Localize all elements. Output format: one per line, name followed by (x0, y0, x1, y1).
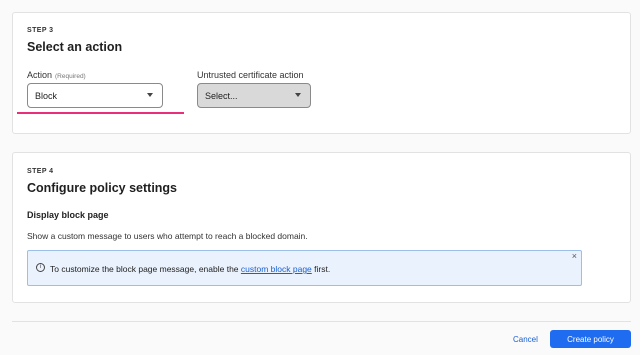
create-policy-button[interactable]: Create policy (550, 330, 631, 348)
chevron-down-icon (147, 93, 153, 97)
untrusted-select-value: Select... (205, 90, 238, 101)
untrusted-certificate-select[interactable]: Select... (197, 83, 311, 108)
step3-card: STEP 3 Select an action Action (Required)… (12, 12, 631, 134)
action-field-label: Action (Required) (27, 70, 86, 80)
step3-label: STEP 3 (27, 27, 54, 34)
chevron-down-icon (295, 93, 301, 97)
banner-text-after: first. (311, 264, 331, 274)
footer-divider (12, 321, 631, 322)
info-banner: i To customize the block page message, e… (27, 250, 582, 286)
action-select[interactable]: Block (27, 83, 163, 108)
block-page-subheading: Display block page (27, 210, 109, 220)
banner-text-before: To customize the block page message, ena… (50, 264, 241, 274)
info-icon: i (36, 263, 45, 272)
untrusted-field-label: Untrusted certificate action (197, 70, 304, 80)
custom-block-page-link[interactable]: custom block page (241, 264, 312, 274)
step4-title: Configure policy settings (27, 181, 178, 195)
step4-label: STEP 4 (27, 168, 54, 175)
required-hint: (Required) (55, 73, 86, 80)
step4-card: STEP 4 Configure policy settings Display… (12, 152, 631, 303)
action-select-value: Block (35, 90, 58, 101)
cancel-button[interactable]: Cancel (513, 335, 538, 344)
banner-message: To customize the block page message, ena… (50, 264, 330, 274)
action-label-text: Action (27, 70, 53, 80)
close-icon[interactable]: × (572, 251, 577, 261)
action-focus-underline (17, 112, 184, 114)
block-page-description: Show a custom message to users who attem… (27, 231, 308, 241)
step3-title: Select an action (27, 40, 123, 54)
